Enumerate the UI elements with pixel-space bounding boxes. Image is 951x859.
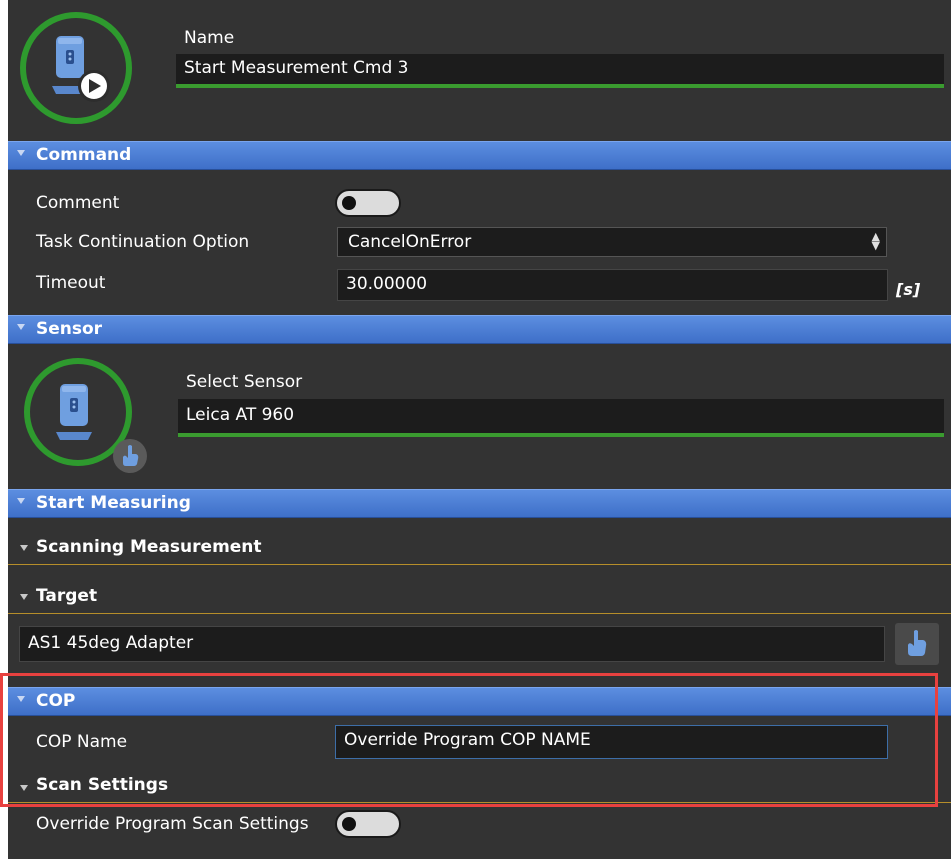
start-measuring-title: Start Measuring [36,493,191,513]
collapse-triangle-icon [20,785,28,791]
cop-name-input[interactable]: Override Program COP NAME [335,725,888,759]
hand-pointer-icon [908,630,927,656]
command-section-title: Command [36,145,132,165]
override-scan-settings-toggle[interactable] [335,810,401,838]
timeout-unit: [s] [896,280,921,299]
collapse-triangle-icon [17,150,25,156]
sensor-section-title: Sensor [36,319,103,339]
collapse-triangle-icon [17,498,25,504]
start-measuring-section-header[interactable]: Start Measuring [8,489,951,518]
sensor-section-header[interactable]: Sensor [8,315,951,344]
toggle-knob [342,817,356,831]
task-continuation-label: Task Continuation Option [36,232,250,252]
tracker-play-icon [52,36,110,102]
sensor-field[interactable]: Leica AT 960 [178,399,944,437]
cop-section-header[interactable]: COP [8,687,951,716]
hand-pointer-icon[interactable] [112,438,148,474]
scanning-measurement-header[interactable]: Scanning Measurement [8,533,951,565]
cop-name-label: COP Name [36,732,128,752]
scan-settings-title: Scan Settings [36,775,169,795]
task-continuation-select[interactable]: CancelOnError ▲ ▼ [337,227,887,257]
collapse-triangle-icon [17,696,25,702]
name-field[interactable]: Start Measurement Cmd 3 [176,54,944,88]
collapse-triangle-icon [20,594,28,600]
collapse-triangle-icon [20,545,28,551]
task-continuation-value: CancelOnError [348,232,472,252]
comment-label: Comment [36,193,120,213]
properties-panel: Name Start Measurement Cmd 3 Command Com… [8,0,951,859]
tracker-icon [56,384,92,440]
pick-target-button[interactable] [895,623,939,665]
collapse-triangle-icon [17,324,25,330]
cop-section-title: COP [36,691,76,711]
target-header[interactable]: Target [8,582,951,614]
name-label: Name [184,28,235,48]
timeout-input[interactable]: 30.00000 [337,269,888,301]
scan-settings-header[interactable]: Scan Settings [8,773,951,803]
select-sensor-label: Select Sensor [186,372,303,392]
command-section-header[interactable]: Command [8,141,951,170]
comment-toggle[interactable] [335,189,401,217]
override-scan-settings-label: Override Program Scan Settings [36,814,309,834]
timeout-label: Timeout [36,273,106,293]
target-title: Target [36,586,98,606]
updown-arrows-icon: ▲ ▼ [871,230,880,252]
toggle-knob [342,196,356,210]
command-icon-ring [20,12,132,124]
scanning-measurement-title: Scanning Measurement [36,537,262,557]
target-field[interactable]: AS1 45deg Adapter [19,626,885,662]
